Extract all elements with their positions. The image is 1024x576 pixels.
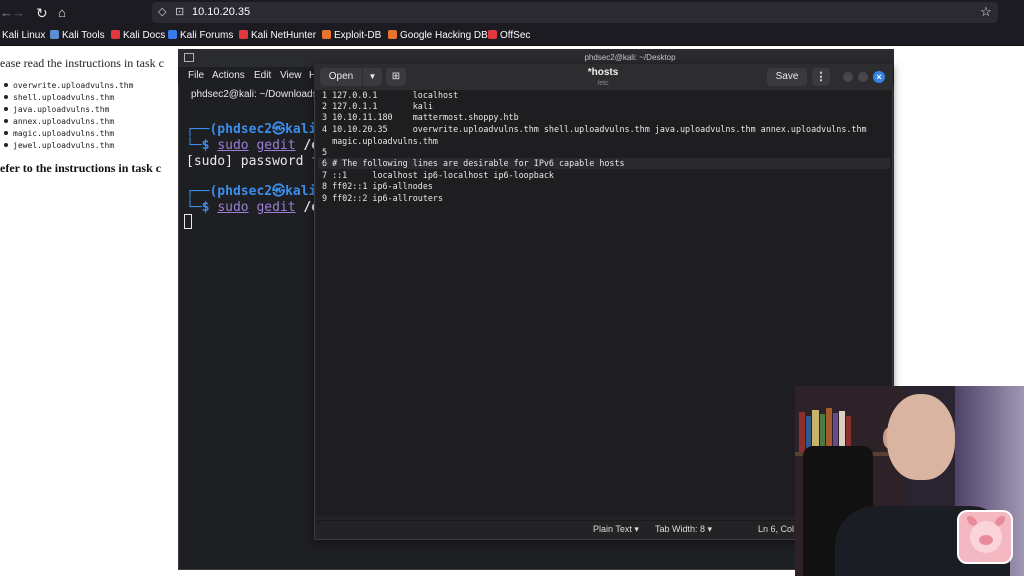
command-line-2: └─$ sudo gedit /e <box>186 200 320 215</box>
editor-line[interactable]: 1 127.0.0.1 localhost <box>322 90 882 101</box>
list-item: jewel.uploadvulns.thm <box>4 140 180 152</box>
list-item: overwrite.uploadvulns.thm <box>4 80 180 92</box>
editor-line[interactable]: 7 ::1 localhost ip6-localhost ip6-loopba… <box>322 170 882 181</box>
hamburger-menu-icon[interactable]: ⋮ <box>812 68 830 86</box>
editor-line[interactable]: 3 10.10.11.180 mattermost.shoppy.htb <box>322 112 882 123</box>
editor-line[interactable]: 4 10.10.20.35 overwrite.uploadvulns.thm … <box>322 124 888 135</box>
syntax-selector[interactable]: Plain Text ▾ <box>593 523 649 535</box>
nethunter-icon <box>239 30 248 39</box>
bookmark-google-hacking-db[interactable]: Google Hacking DB <box>388 28 488 43</box>
maximize-icon[interactable] <box>858 72 868 82</box>
command-line-1: └─$ sudo gedit /e <box>186 138 320 153</box>
minimize-icon[interactable] <box>843 72 853 82</box>
chevron-down-icon[interactable]: ▼ <box>362 68 382 86</box>
forward-arrow-icon[interactable]: → <box>12 5 26 21</box>
chevron-down-icon: ▾ <box>634 524 639 534</box>
editor-line[interactable]: 5 <box>322 147 882 158</box>
exploit-db-icon <box>322 30 331 39</box>
editor-line-current[interactable]: 6 # The following lines are desirable fo… <box>318 158 890 169</box>
bookmark-label: OffSec <box>500 30 531 41</box>
lock-icon[interactable]: ⊡ <box>175 5 187 19</box>
bookmark-kali-tools[interactable]: Kali Tools <box>50 28 106 43</box>
pig-logo-icon <box>957 510 1013 564</box>
menu-edit[interactable]: Edit <box>254 69 274 83</box>
reload-icon[interactable]: ↻ <box>36 5 50 21</box>
bookmark-label: Kali Tools <box>62 30 105 41</box>
editor-line[interactable]: 8 ff02::1 ip6-allnodes <box>322 181 882 192</box>
bookmark-label: Google Hacking DB <box>400 30 488 41</box>
save-button[interactable]: Save <box>767 68 807 86</box>
kali-tools-icon <box>50 30 59 39</box>
ghdb-icon <box>388 30 397 39</box>
bookmark-label: Kali NetHunter <box>251 30 317 41</box>
kali-docs-icon <box>111 30 120 39</box>
bookmark-label: Exploit-DB <box>334 30 382 41</box>
terminal-window-icon <box>184 53 194 62</box>
prompt-user: (phdsec2㉿kali <box>209 122 317 137</box>
editor-line[interactable]: 9 ff02::2 ip6-allrouters <box>322 193 882 204</box>
tab-width-selector[interactable]: Tab Width: 8 ▾ <box>655 523 721 535</box>
list-item: annex.uploadvulns.thm <box>4 116 180 128</box>
prompt-line-1: ┌──(phdsec2㉿kali <box>186 122 317 137</box>
bookmark-kali-linux[interactable]: Kali Linux <box>2 28 46 43</box>
terminal-tab[interactable]: phdsec2@kali: ~/Downloads <box>191 88 321 102</box>
prompt-user: (phdsec2㉿kali <box>209 184 317 199</box>
menu-file[interactable]: File <box>188 69 208 83</box>
bookmark-kali-docs[interactable]: Kali Docs <box>111 28 166 43</box>
url-text[interactable]: 10.10.20.35 <box>192 4 392 20</box>
command-gedit: gedit <box>256 200 296 215</box>
tab-width-label: Tab Width: 8 <box>655 524 706 534</box>
menu-actions[interactable]: Actions <box>212 69 248 83</box>
host-list: overwrite.uploadvulns.thm shell.uploadvu… <box>4 80 180 154</box>
new-tab-icon[interactable]: ⊞ <box>386 68 406 86</box>
chevron-down-icon: ▾ <box>707 524 713 534</box>
kali-forums-icon <box>168 30 177 39</box>
editor-line[interactable]: magic.uploadvulns.thm <box>322 136 882 147</box>
list-item: magic.uploadvulns.thm <box>4 128 180 140</box>
sudo-password-prompt: [sudo] password f <box>186 154 320 169</box>
terminal-cursor <box>184 214 192 229</box>
list-item: java.uploadvulns.thm <box>4 104 180 116</box>
shield-icon[interactable]: ◇ <box>158 5 170 19</box>
offsec-icon <box>488 30 497 39</box>
home-icon[interactable]: ⌂ <box>58 5 72 21</box>
command-sudo: sudo <box>217 200 249 215</box>
document-path: /etc <box>597 80 609 87</box>
bookmark-kali-nethunter[interactable]: Kali NetHunter <box>239 28 317 43</box>
list-item: shell.uploadvulns.thm <box>4 92 180 104</box>
back-arrow-icon[interactable]: ← <box>0 5 13 21</box>
bookmark-star-icon[interactable]: ☆ <box>980 4 994 20</box>
prompt-line-2: ┌──(phdsec2㉿kali <box>186 184 317 199</box>
bookmark-label: Kali Forums <box>180 30 234 41</box>
menu-view[interactable]: View <box>280 69 304 83</box>
bookmark-exploit-db[interactable]: Exploit-DB <box>322 28 382 43</box>
open-button[interactable]: Open <box>320 68 362 86</box>
close-icon[interactable]: × <box>873 71 885 83</box>
document-title: *hosts <box>587 67 619 78</box>
bookmark-label: Kali Linux <box>2 30 46 41</box>
command-gedit: gedit <box>256 138 296 153</box>
command-sudo: sudo <box>217 138 249 153</box>
bookmark-kali-forums[interactable]: Kali Forums <box>168 28 234 43</box>
editor-line[interactable]: 2 127.0.1.1 kali <box>322 101 882 112</box>
terminal-title: phdsec2@kali: ~/Desktop <box>584 53 676 62</box>
bookmark-label: Kali Docs <box>123 30 166 41</box>
page-intro-text: ease read the instructions in task c <box>0 56 164 70</box>
syntax-label: Plain Text <box>593 524 632 534</box>
bookmark-offsec[interactable]: OffSec <box>488 28 534 43</box>
page-refer-text: efer to the instructions in task c <box>0 161 162 175</box>
cursor-position[interactable]: Ln 6, Col <box>758 523 798 535</box>
